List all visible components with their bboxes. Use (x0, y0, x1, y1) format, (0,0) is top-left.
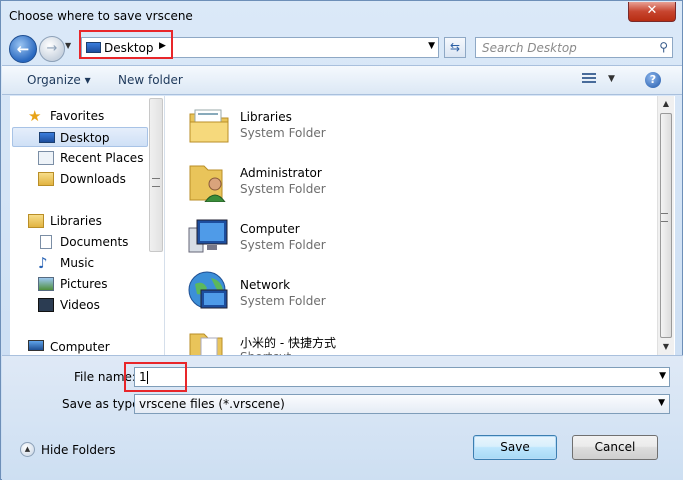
recent-places-icon (38, 151, 54, 165)
file-item-shortcut[interactable]: 小米的 - 快捷方式 Shortcut (187, 326, 487, 355)
sidebar-item-videos[interactable]: Videos (38, 295, 158, 315)
new-folder-button[interactable]: New folder (118, 73, 183, 87)
address-highlight-box (79, 30, 173, 59)
pictures-icon (38, 277, 54, 291)
shortcut-folder-icon (189, 333, 223, 355)
sidebar-item-favorites[interactable]: ★ Favorites (28, 106, 148, 126)
scrollbar-thumb[interactable] (660, 113, 672, 338)
title-bar: Choose where to save vrscene ✕ (1, 1, 682, 31)
scrollbar-grip-icon (152, 178, 160, 187)
libraries-folder-icon (189, 109, 229, 143)
navigation-scrollbar[interactable] (149, 98, 163, 252)
file-name: 小米的 - 快捷方式 (240, 336, 336, 350)
back-button[interactable]: ← (9, 35, 37, 63)
window-title: Choose where to save vrscene (9, 9, 193, 23)
search-placeholder: Search Desktop (482, 41, 577, 55)
close-button[interactable]: ✕ (628, 2, 676, 22)
file-type: System Folder (240, 182, 326, 196)
user-folder-icon (189, 165, 226, 202)
file-item-administrator[interactable]: Administrator System Folder (187, 158, 487, 210)
network-globe-icon (188, 271, 228, 309)
save-button[interactable]: Save (473, 435, 557, 460)
save-as-type-label: Save as type: (62, 397, 144, 411)
file-item-libraries[interactable]: Libraries System Folder (187, 102, 487, 154)
search-input[interactable]: Search Desktop ⚲ (475, 37, 673, 58)
search-icon[interactable]: ⚲ (659, 40, 668, 54)
save-dialog: Choose where to save vrscene ✕ ← → ▼ Des… (0, 0, 683, 480)
file-name: Administrator (240, 166, 322, 180)
sidebar-item-documents[interactable]: Documents (38, 232, 158, 252)
file-name: Libraries (240, 110, 292, 124)
sidebar-item-music[interactable]: ♪ Music (38, 253, 158, 273)
scrollbar-grip-icon (661, 213, 668, 222)
file-item-computer[interactable]: Computer System Folder (187, 214, 487, 266)
view-options-dropdown-icon[interactable]: ▼ (608, 74, 615, 84)
sidebar-item-downloads[interactable]: Downloads (38, 169, 158, 189)
command-toolbar: Organize ▾ New folder ▼ ? (2, 65, 682, 95)
computer-icon (188, 219, 228, 253)
hide-folders-label: Hide Folders (41, 443, 116, 457)
chevron-up-icon: ▲ (20, 442, 35, 457)
file-name-field[interactable]: 1 ▼ (134, 367, 670, 387)
libraries-icon (28, 214, 44, 228)
file-name-dropdown-icon[interactable]: ▼ (659, 371, 666, 381)
computer-icon (28, 340, 44, 351)
desktop-icon (39, 132, 55, 143)
file-type: System Folder (240, 294, 326, 308)
star-icon: ★ (28, 107, 42, 125)
sidebar-item-recent-places[interactable]: Recent Places (38, 148, 158, 168)
scroll-down-icon[interactable]: ▼ (658, 339, 674, 355)
address-dropdown-icon[interactable]: ▼ (428, 41, 435, 51)
recent-locations-dropdown-icon[interactable]: ▼ (65, 41, 75, 51)
file-item-network[interactable]: Network System Folder (187, 270, 487, 322)
documents-icon (40, 235, 52, 249)
cancel-button[interactable]: Cancel (572, 435, 658, 460)
forward-button[interactable]: → (39, 36, 65, 62)
navigation-pane: ★ Favorites Desktop Recent Places Downlo… (10, 96, 165, 355)
music-icon: ♪ (38, 254, 48, 272)
save-as-type-dropdown-icon[interactable]: ▼ (658, 398, 665, 408)
sidebar-item-computer[interactable]: Computer (28, 337, 148, 355)
file-type: System Folder (240, 238, 326, 252)
videos-icon (38, 298, 54, 312)
change-view-icon[interactable] (582, 73, 596, 87)
help-icon[interactable]: ? (645, 72, 661, 88)
sidebar-item-pictures[interactable]: Pictures (38, 274, 158, 294)
scroll-up-icon[interactable]: ▲ (658, 96, 674, 112)
file-type: System Folder (240, 126, 326, 140)
file-name: Network (240, 278, 291, 292)
downloads-folder-icon (38, 172, 54, 186)
sidebar-item-desktop[interactable]: Desktop (12, 127, 148, 147)
sidebar-item-libraries[interactable]: Libraries (28, 211, 148, 231)
file-name-highlight-box (124, 362, 187, 392)
save-as-type-value: vrscene files (*.vrscene) (139, 397, 285, 411)
refresh-button[interactable]: ⇆ (444, 37, 466, 58)
organize-menu-button[interactable]: Organize ▾ (27, 73, 91, 87)
save-as-type-select[interactable]: vrscene files (*.vrscene) ▼ (134, 394, 670, 414)
file-list-scrollbar[interactable]: ▲ ▼ (657, 96, 674, 355)
file-name: Computer (240, 222, 300, 236)
